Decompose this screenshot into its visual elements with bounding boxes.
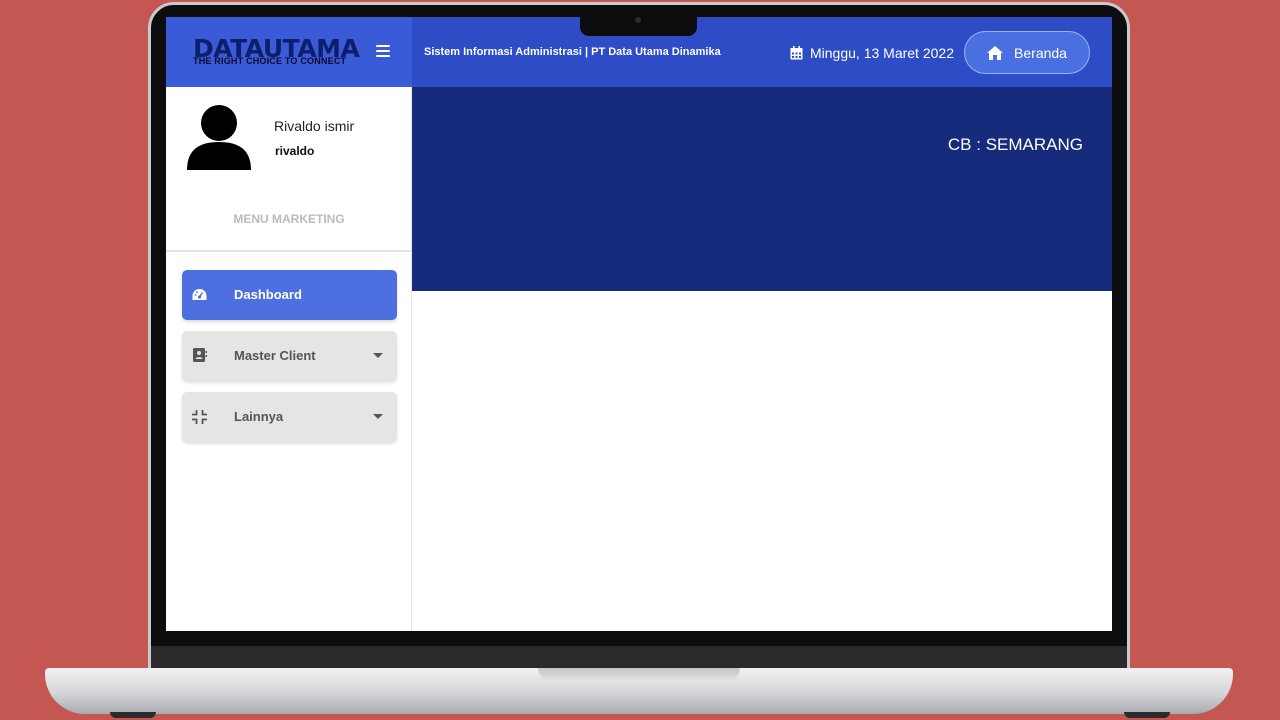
home-button-label: Beranda [1014, 44, 1067, 61]
sidebar-item-dashboard[interactable]: Dashboard [182, 270, 397, 320]
menu-heading: MENU MARKETING [233, 212, 345, 226]
home-button[interactable]: Beranda [964, 31, 1090, 74]
hamburger-icon[interactable] [376, 45, 390, 57]
sidebar-item-label: Master Client [234, 348, 316, 363]
calendar-icon [790, 46, 803, 60]
compress-icon [192, 410, 207, 424]
app-title: Sistem Informasi Administrasi | PT Data … [424, 46, 721, 58]
address-book-icon [193, 348, 207, 362]
app-screen: DATAUTAMA THE RIGHT CHOICE TO CONNECT Si… [166, 17, 1112, 631]
sidebar-item-lainnya[interactable]: Lainnya [182, 392, 397, 442]
current-date: Minggu, 13 Maret 2022 [790, 45, 954, 61]
sidebar-item-master-client[interactable]: Master Client [182, 331, 397, 381]
sidebar: Rivaldo ismir rivaldo MENU MARKETING Das… [166, 87, 412, 631]
laptop-base [45, 668, 1233, 714]
dashboard-gauge-icon [192, 289, 207, 300]
camera-icon [635, 17, 641, 23]
sidebar-item-label: Dashboard [234, 287, 302, 302]
chevron-down-icon [373, 353, 383, 358]
brand-tagline: THE RIGHT CHOICE TO CONNECT [193, 56, 347, 66]
main-content [412, 291, 1112, 631]
user-full-name: Rivaldo ismir [274, 118, 355, 134]
user-avatar-icon[interactable] [186, 104, 252, 170]
date-text: Minggu, 13 Maret 2022 [810, 45, 954, 61]
hero-banner: CB : SEMARANG [412, 87, 1112, 291]
brand-bar: DATAUTAMA THE RIGHT CHOICE TO CONNECT [166, 17, 412, 87]
camera-notch [580, 14, 697, 36]
trackpad-notch [538, 668, 740, 682]
sidebar-item-label: Lainnya [234, 409, 284, 424]
laptop-foot-right [1124, 712, 1170, 718]
user-username: rivaldo [275, 144, 315, 158]
top-navbar: Sistem Informasi Administrasi | PT Data … [412, 17, 1112, 87]
laptop-bezel-bottom [151, 646, 1127, 670]
chevron-down-icon [373, 414, 383, 419]
laptop-foot-left [110, 712, 156, 718]
home-icon [987, 45, 1004, 60]
branch-label: CB : SEMARANG [947, 135, 1083, 154]
sidebar-divider [166, 250, 412, 252]
